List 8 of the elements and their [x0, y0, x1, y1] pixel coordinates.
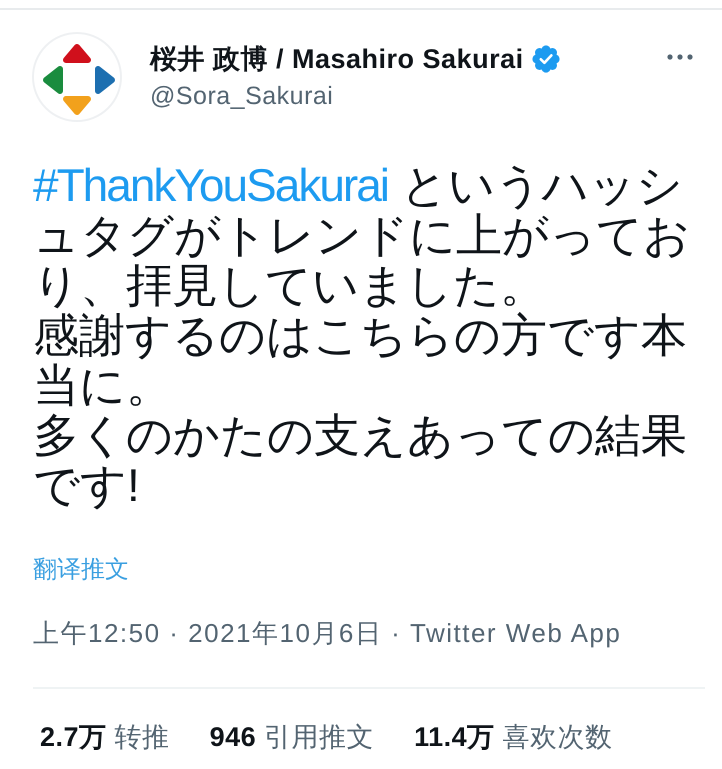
more-icon[interactable]	[667, 54, 693, 60]
tweet-text: #ThankYouSakurai というハッシ ュタグがトレンドに上がってお り、拝見していました。 感謝するのはこちらの方です本 当に。 多くのかたの支えあっての結果 です!	[33, 160, 691, 510]
timestamp-text: 上午12:50 · 2021年10月6日 · Twitter Web App	[33, 618, 622, 648]
stat-link[interactable]: 946 引用推文	[210, 722, 374, 752]
user-handle[interactable]: @Sora_Sakurai	[150, 82, 334, 110]
stat-link[interactable]: 11.4万 喜欢次数	[414, 722, 613, 752]
stat-link[interactable]: 2.7万 转推	[40, 722, 170, 752]
display-name[interactable]: 桜井 政博 / Masahiro Sakurai	[150, 43, 524, 75]
